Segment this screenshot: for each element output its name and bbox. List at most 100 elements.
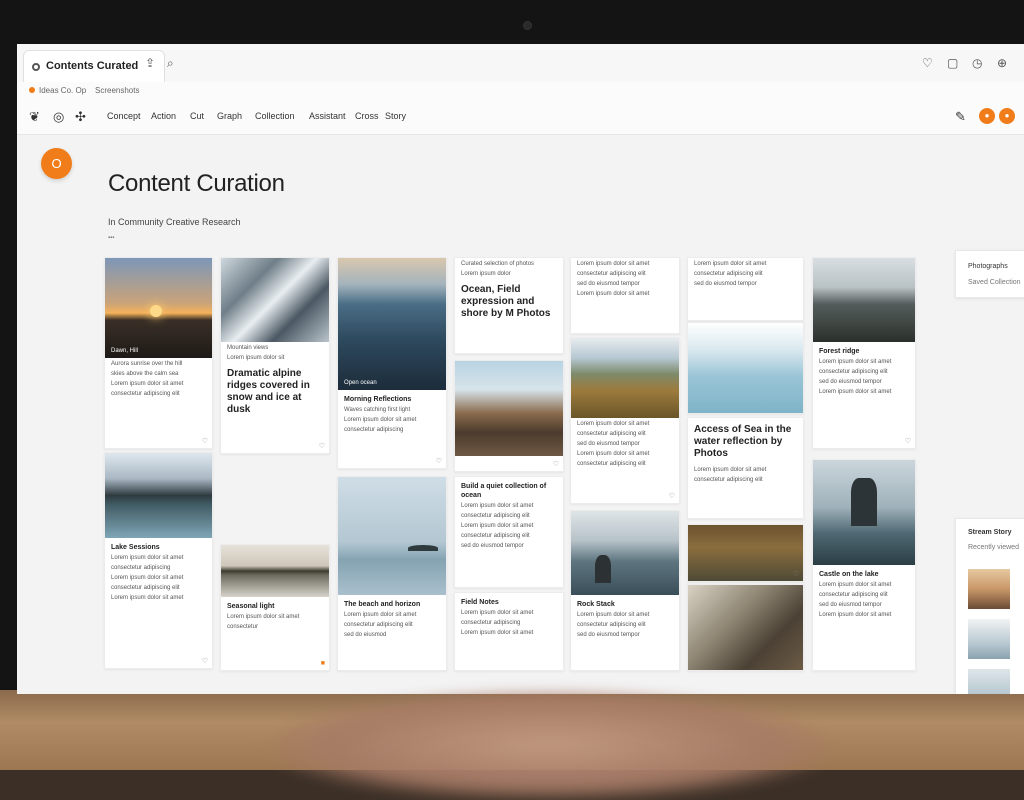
card-text: Lorem ipsum dolor sit amet <box>694 467 767 473</box>
content-card[interactable]: The beach and horizon Lorem ipsum dolor … <box>337 476 447 671</box>
nav-item[interactable]: Assistant <box>309 111 346 121</box>
blurred-hand <box>270 690 830 800</box>
portrait-thumbnail[interactable] <box>968 569 1010 609</box>
content-card[interactable]: ♡ <box>454 360 564 472</box>
side-panel-photographs[interactable]: Photographs Saved Collection <box>955 250 1024 298</box>
brand-logo[interactable]: O <box>41 148 72 179</box>
card-text: consectetur adipiscing <box>111 565 171 571</box>
sky-thumbnail[interactable] <box>968 669 1010 694</box>
card-text: Lorem ipsum dolor sit amet <box>111 575 184 581</box>
content-card[interactable]: Rock Stack Lorem ipsum dolor sit amet co… <box>570 510 680 671</box>
clock-icon[interactable]: ◷ <box>972 56 982 70</box>
card-text: consectetur adipiscing elit <box>577 461 646 467</box>
castle-shape <box>851 478 877 526</box>
card-text: consectetur adipiscing elit <box>577 431 646 437</box>
side-panel-subtitle: Recently viewed <box>968 544 1019 551</box>
castle-lake-image <box>813 460 915 565</box>
content-card[interactable]: Lorem ipsum dolor sit amet consectetur a… <box>687 257 804 321</box>
chat-bubble-icon[interactable]: ◎ <box>53 109 64 125</box>
content-card[interactable]: Mountain views Lorem ipsum dolor sit Dra… <box>220 257 330 454</box>
camera-icon <box>524 22 531 29</box>
nav-item[interactable]: Concept <box>107 111 141 121</box>
bookmark-icon[interactable]: ♡ <box>553 460 559 468</box>
bookmark-icon[interactable]: ♡ <box>793 570 799 578</box>
card-text: Lorem ipsum dolor sit amet <box>577 421 650 427</box>
bookmark-icon[interactable]: ♡ <box>669 492 675 500</box>
card-text: Lorem ipsum dolor sit amet <box>577 451 650 457</box>
card-heading: The beach and horizon <box>344 601 421 608</box>
card-text: consectetur adipiscing elit <box>819 592 888 598</box>
card-text: consectetur adipiscing elit <box>344 622 413 628</box>
card-text: consectetur adipiscing elit <box>577 271 646 277</box>
content-card[interactable]: Build a quiet collection of ocean Lorem … <box>454 476 564 588</box>
app-toolbar: ❦ ◎ ✣ Concept Action Cut Graph Collectio… <box>17 100 1024 135</box>
nav-item[interactable]: Collection <box>255 111 295 121</box>
chat-icon[interactable]: ▢ <box>947 56 958 70</box>
share-icon[interactable]: ⇪ <box>145 56 155 70</box>
pen-icon[interactable]: ✎ <box>955 109 966 125</box>
content-card[interactable] <box>687 584 804 671</box>
content-card[interactable]: Lake Sessions Lorem ipsum dolor sit amet… <box>104 452 213 669</box>
bookmark-icon[interactable]: ♡ <box>905 437 911 445</box>
content-card[interactable]: Forest ridge Lorem ipsum dolor sit amet … <box>812 257 916 449</box>
side-panel-item[interactable]: Photographs <box>968 263 1008 270</box>
content-card[interactable]: Seasonal light Lorem ipsum dolor sit ame… <box>220 544 330 671</box>
content-card[interactable]: ♡ <box>687 524 804 582</box>
rocky-coast-image <box>455 361 563 456</box>
bird-icon[interactable]: ❦ <box>29 109 40 125</box>
mountain-range-image <box>813 258 915 342</box>
lake-island-image <box>221 545 329 597</box>
flag-icon[interactable]: ■ <box>321 660 325 667</box>
card-text: consectetur adipiscing elit <box>694 477 763 483</box>
content-card[interactable]: Lorem ipsum dolor sit amet consectetur a… <box>570 257 680 334</box>
dark-mountain-image <box>688 585 803 670</box>
card-text: Lorem ipsum dolor sit amet <box>819 582 892 588</box>
user-avatar[interactable]: ● <box>979 108 995 124</box>
side-panel-item[interactable]: Saved Collection <box>968 279 1021 286</box>
card-text: sed do eiusmod tempor <box>819 602 882 608</box>
tag-icon[interactable]: ✣ <box>75 109 86 125</box>
heart-icon[interactable]: ♡ <box>922 56 933 70</box>
bookmark-icon[interactable]: ♡ <box>202 437 208 445</box>
content-card[interactable]: Open ocean Morning Reflections Waves cat… <box>337 257 447 469</box>
content-card[interactable]: Field Notes Lorem ipsum dolor sit amet c… <box>454 592 564 671</box>
nav-item[interactable]: Graph <box>217 111 242 121</box>
tree-thumbnail[interactable] <box>968 619 1010 659</box>
content-card[interactable]: Access of Sea in the water reflection by… <box>687 417 804 519</box>
card-heading: Access of Sea in the water reflection by… <box>694 424 792 459</box>
content-card[interactable] <box>687 322 804 414</box>
card-heading: Field Notes <box>461 599 499 606</box>
bookmark-icon[interactable]: ♡ <box>202 657 208 665</box>
autumn-valley-image <box>571 338 679 418</box>
page-subtitle: In Community Creative Research <box>108 217 241 227</box>
content-card[interactable]: Castle on the lake Lorem ipsum dolor sit… <box>812 459 916 671</box>
calm-sea-image <box>338 477 446 595</box>
content-card[interactable]: Lorem ipsum dolor sit amet consectetur a… <box>570 337 680 504</box>
url-segment: Screenshots <box>95 86 140 95</box>
card-text: Lorem ipsum dolor sit amet <box>819 359 892 365</box>
ocean-waves-image: Open ocean <box>338 258 446 390</box>
address-bar[interactable]: Ideas Co. Op Screenshots <box>17 82 1024 100</box>
notification-avatar[interactable]: ● <box>999 108 1015 124</box>
browser-tab[interactable]: Contents Curated <box>23 50 165 83</box>
bookmark-icon[interactable]: ♡ <box>319 442 325 450</box>
card-text: Curated selection of photos <box>461 261 535 267</box>
nav-item[interactable]: Cut <box>190 111 204 121</box>
card-heading: Ocean, Field expression and shore by M P… <box>461 284 551 319</box>
card-text: Lorem ipsum dolor sit amet <box>461 523 534 529</box>
nav-item[interactable]: Action <box>151 111 176 121</box>
card-text: consectetur adipiscing elit <box>461 513 530 519</box>
card-text: Lorem ipsum dolor sit amet <box>577 261 650 267</box>
bookmark-icon[interactable]: ♡ <box>436 457 442 465</box>
globe-icon[interactable]: ⊕ <box>997 56 1007 70</box>
nav-item[interactable]: Story <box>385 111 406 121</box>
tab-title: Contents Curated <box>46 60 139 72</box>
nav-item[interactable]: Cross <box>355 111 379 121</box>
tab-bar: Contents Curated ⇪ ⌕ ♡ ▢ ◷ ⊕ <box>17 44 1024 83</box>
content-card[interactable]: Curated selection of photos Lorem ipsum … <box>454 257 564 354</box>
search-icon[interactable]: ⌕ <box>167 56 174 71</box>
card-text: Lorem ipsum dolor sit amet <box>694 261 767 267</box>
content-card[interactable]: Dawn, Hill Aurora sunrise over the hill … <box>104 257 213 449</box>
misty-sea-image <box>688 323 803 413</box>
card-text: sed do eiusmod tempor <box>577 441 640 447</box>
